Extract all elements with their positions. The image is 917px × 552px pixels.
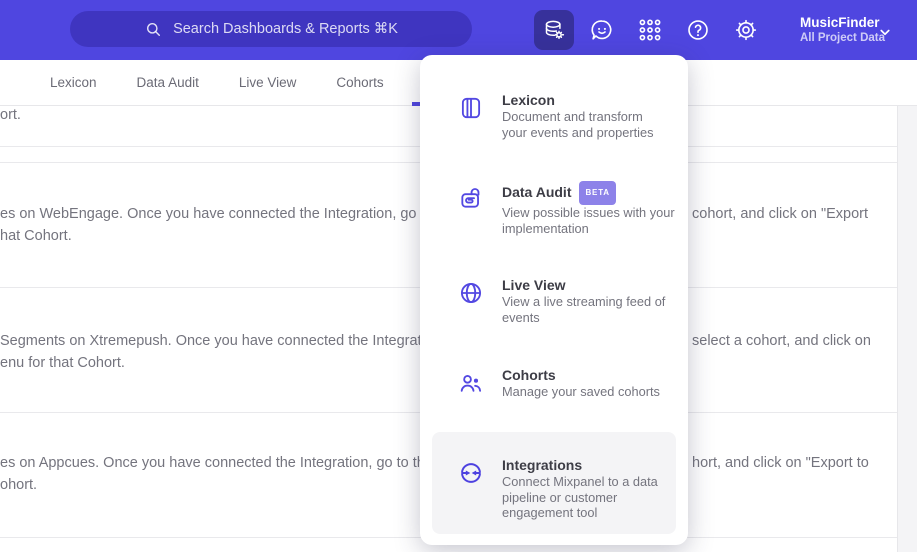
apps-grid-icon xyxy=(637,17,663,43)
settings-gear-button[interactable] xyxy=(732,16,760,44)
beta-badge: BETA xyxy=(579,181,616,205)
data-management-dropdown: Lexicon Document and transform your even… xyxy=(420,55,688,545)
menu-item-description: pipeline or customer xyxy=(502,489,618,505)
settings-gear-icon xyxy=(733,17,759,43)
menu-item-title: Integrations xyxy=(502,457,583,473)
menu-item-description: Manage your saved cohorts xyxy=(502,384,660,399)
menu-item-integrations[interactable]: Integrations Connect Mixpanel to a data … xyxy=(458,456,678,521)
integration-row-text: select a cohort, and click on xyxy=(692,333,871,349)
integration-row-text: hat Cohort. xyxy=(0,228,72,244)
data-management-button[interactable] xyxy=(534,10,574,50)
menu-item-description: engagement tool xyxy=(502,505,598,520)
data-management-icon xyxy=(542,18,566,42)
help-icon xyxy=(685,17,711,43)
book-icon xyxy=(458,95,484,121)
people-icon xyxy=(458,370,484,396)
chevron-down-icon[interactable] xyxy=(876,23,894,41)
integration-row-text: ort. xyxy=(0,107,21,123)
right-gutter xyxy=(897,106,917,552)
project-subtitle: All Project Data xyxy=(800,32,885,44)
tab-data-audit[interactable]: Data Audit xyxy=(137,75,199,90)
integration-row-text: ohort. xyxy=(0,477,38,493)
menu-item-description: Document and transform xyxy=(502,109,643,124)
menu-item-description: your events and properties xyxy=(502,124,654,140)
integration-row-text: enu for that Cohort. xyxy=(0,355,125,371)
menu-item-description: events xyxy=(502,309,540,325)
menu-item-data-audit[interactable]: Data Audit BETA View possible issues with… xyxy=(458,181,678,236)
integration-row-text: es on Appcues. Once you have connected t… xyxy=(0,455,449,471)
tab-cohorts[interactable]: Cohorts xyxy=(336,75,383,90)
search-input[interactable]: Search Dashboards & Reports ⌘K xyxy=(70,11,472,47)
menu-item-live-view[interactable]: Live View View a live streaming feed of … xyxy=(458,276,678,325)
menu-item-title: Cohorts xyxy=(502,367,556,383)
integration-row-text: es on WebEngage. Once you have connected… xyxy=(0,206,457,222)
apps-grid-button[interactable] xyxy=(636,16,664,44)
help-button[interactable] xyxy=(684,16,712,44)
menu-item-description: View possible issues with your xyxy=(502,205,675,220)
menu-item-title: Live View xyxy=(502,277,566,293)
menu-item-lexicon[interactable]: Lexicon Document and transform your even… xyxy=(458,91,678,140)
search-placeholder: Search Dashboards & Reports ⌘K xyxy=(173,21,398,37)
top-navigation-bar: Search Dashboards & Reports ⌘K MusicFind… xyxy=(0,0,917,60)
integration-row-text: Segments on Xtremepush. Once you have co… xyxy=(0,333,445,349)
tab-lexicon[interactable]: Lexicon xyxy=(50,75,97,90)
menu-item-cohorts[interactable]: Cohorts Manage your saved cohorts xyxy=(458,366,678,400)
feedback-chat-button[interactable] xyxy=(588,16,616,44)
integration-row-text: cohort, and click on "Export xyxy=(692,206,869,222)
menu-item-title: Data Audit BETA xyxy=(502,181,675,205)
feedback-chat-icon xyxy=(589,17,615,43)
project-switcher[interactable]: MusicFinder All Project Data xyxy=(800,14,885,46)
menu-item-description: Connect Mixpanel to a data xyxy=(502,474,658,489)
globe-icon xyxy=(458,280,484,306)
menu-item-title: Lexicon xyxy=(502,92,555,108)
search-icon xyxy=(144,20,163,39)
menu-item-description: View a live streaming feed of xyxy=(502,294,666,309)
sync-arrows-icon xyxy=(458,460,484,486)
lock-audit-icon xyxy=(458,185,484,211)
project-name: MusicFinder xyxy=(800,15,880,30)
integration-row-text: hort, and click on "Export to xyxy=(692,455,869,471)
tab-live-view[interactable]: Live View xyxy=(239,75,297,90)
menu-item-description: implementation xyxy=(502,220,589,236)
